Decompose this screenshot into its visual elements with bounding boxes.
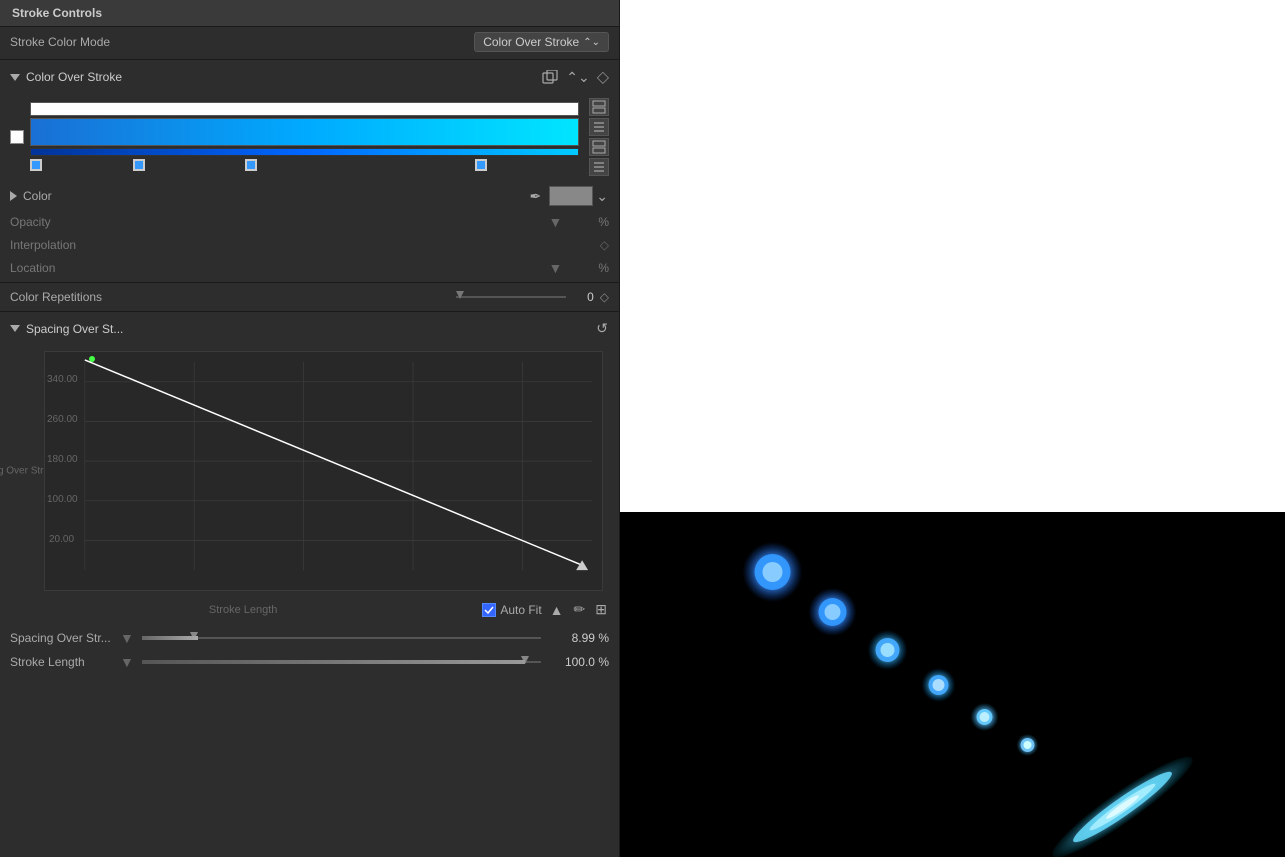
side-icon-4[interactable] <box>589 158 609 176</box>
preview-canvas <box>620 512 1285 857</box>
color-stop-1[interactable] <box>133 159 145 171</box>
pen-tool-icon[interactable]: ✏ <box>572 599 588 620</box>
grid-tool-icon[interactable]: ⊞ <box>593 599 609 620</box>
chart-area[interactable]: 340.00 260.00 180.00 100.00 20.00 <box>44 351 603 591</box>
side-icon-3[interactable] <box>589 138 609 156</box>
spacing-collapse-icon[interactable] <box>10 325 20 332</box>
autofit-checkbox[interactable] <box>482 603 496 617</box>
collapse-triangle-icon[interactable] <box>10 74 20 81</box>
autofit-label: Auto Fit <box>500 603 541 617</box>
bottom-sliders: Spacing Over Str... ▼ 8.99 % Stroke Leng… <box>0 624 619 676</box>
chart-svg <box>45 352 602 590</box>
preview-top <box>620 0 1285 512</box>
color-repetitions-thumb <box>456 291 464 299</box>
opacity-thumb-icon: ▼ <box>548 214 562 230</box>
gradient-track-blue[interactable] <box>30 118 579 146</box>
spacing-thumb-icon: ▼ <box>120 630 134 646</box>
location-label: Location <box>10 261 100 275</box>
diamond-marker-icon: ◇ <box>597 67 609 87</box>
spacing-slider-row: Spacing Over Str... ▼ 8.99 % <box>0 626 619 650</box>
autofit-checkbox-container: Auto Fit <box>482 603 541 617</box>
x-axis-label: Stroke Length <box>10 604 476 616</box>
gradient-editor <box>0 92 619 182</box>
color-over-stroke-section: Color Over Stroke ⌃⌄ ◇ <box>0 62 619 92</box>
stroke-length-track[interactable] <box>142 661 541 663</box>
color-stops-row <box>30 158 579 172</box>
stroke-length-fill <box>142 660 525 664</box>
color-stop-2[interactable] <box>245 159 257 171</box>
color-stop-0[interactable] <box>30 159 42 171</box>
divider-2 <box>0 282 619 283</box>
spacing-slider-track[interactable] <box>142 637 541 639</box>
right-panel <box>620 0 1285 857</box>
color-repetitions-slider[interactable] <box>456 296 566 298</box>
stroke-color-mode-label: Stroke Color Mode <box>10 35 474 49</box>
dots-visualization <box>620 512 1285 857</box>
color-label: Color <box>23 189 52 203</box>
opacity-percent: % <box>598 215 609 229</box>
color-stop-3[interactable] <box>475 159 487 171</box>
y-label-180: 180.00 <box>47 454 78 465</box>
gradient-tracks <box>30 102 579 172</box>
color-stop-checkbox[interactable] <box>10 130 24 144</box>
interpolation-row: Interpolation ◇ <box>0 234 619 256</box>
stroke-length-row: Stroke Length ▼ 100.0 % <box>0 650 619 674</box>
stroke-color-mode-value: Color Over Stroke <box>483 35 579 49</box>
color-repetitions-diamond-icon: ◇ <box>600 290 609 304</box>
gradient-track-bottom <box>30 148 579 156</box>
color-swatch[interactable] <box>549 186 593 206</box>
opacity-row: Opacity ▼ % <box>0 210 619 234</box>
spacing-slider-label: Spacing Over Str... <box>10 631 120 645</box>
chart-wrapper: Spacing Over Stroke <box>36 347 611 595</box>
stroke-color-mode-row: Stroke Color Mode Color Over Stroke ⌃⌄ <box>0 27 619 57</box>
gradient-track-white <box>30 102 579 116</box>
panel-header: Stroke Controls <box>0 0 619 27</box>
color-expand-icon[interactable] <box>10 191 17 201</box>
y-label-260: 260.00 <box>47 414 78 425</box>
spacing-reset-icon[interactable]: ↺ <box>595 319 609 338</box>
divider-1 <box>0 59 619 60</box>
location-row: Location ▼ % <box>0 256 619 280</box>
gradient-row <box>10 98 609 176</box>
section-icons: ⌃⌄ ◇ <box>541 67 609 87</box>
spacing-section-header: Spacing Over St... ↺ <box>0 314 619 343</box>
left-panel: Stroke Controls Stroke Color Mode Color … <box>0 0 620 857</box>
eyedropper-icon[interactable]: ✒ <box>530 188 542 205</box>
opacity-label: Opacity <box>10 215 100 229</box>
stroke-length-label: Stroke Length <box>10 655 120 669</box>
side-icons <box>589 98 609 176</box>
spacing-slider-value: 8.99 % <box>549 631 609 645</box>
stroke-length-value: 100.0 % <box>549 655 609 669</box>
color-row: Color ✒ ⌄ <box>0 182 619 210</box>
location-thumb-icon: ▼ <box>548 260 562 276</box>
cursor-tool-icon[interactable]: ▲ <box>548 600 566 620</box>
copy-icon[interactable] <box>541 69 559 85</box>
stroke-color-mode-dropdown[interactable]: Color Over Stroke ⌃⌄ <box>474 32 609 52</box>
y-label-340: 340.00 <box>47 374 78 385</box>
chart-toolbar: Stroke Length Auto Fit ▲ ✏ ⊞ <box>0 595 619 624</box>
stroke-length-thumb-icon: ▼ <box>120 654 134 670</box>
chevron-updown-icon[interactable]: ⌃⌄ <box>565 68 590 87</box>
location-percent: % <box>598 261 609 275</box>
color-over-stroke-title: Color Over Stroke <box>26 70 541 84</box>
side-icon-2[interactable] <box>589 118 609 136</box>
spacing-slider-fill <box>142 636 198 640</box>
side-icon-1[interactable] <box>589 98 609 116</box>
panel-title: Stroke Controls <box>12 6 102 20</box>
color-repetitions-row: Color Repetitions 0 ◇ <box>0 285 619 309</box>
spacing-title: Spacing Over St... <box>26 322 595 336</box>
chevron-icon: ⌃⌄ <box>583 37 600 48</box>
y-label-100: 100.00 <box>47 494 78 505</box>
color-repetitions-value: 0 <box>574 290 594 304</box>
color-repetitions-label: Color Repetitions <box>10 290 448 304</box>
divider-3 <box>0 311 619 312</box>
interpolation-icon: ◇ <box>600 238 609 252</box>
interpolation-label: Interpolation <box>10 238 100 252</box>
swatch-dropdown-icon[interactable]: ⌄ <box>595 187 609 206</box>
y-label-20: 20.00 <box>49 534 74 545</box>
